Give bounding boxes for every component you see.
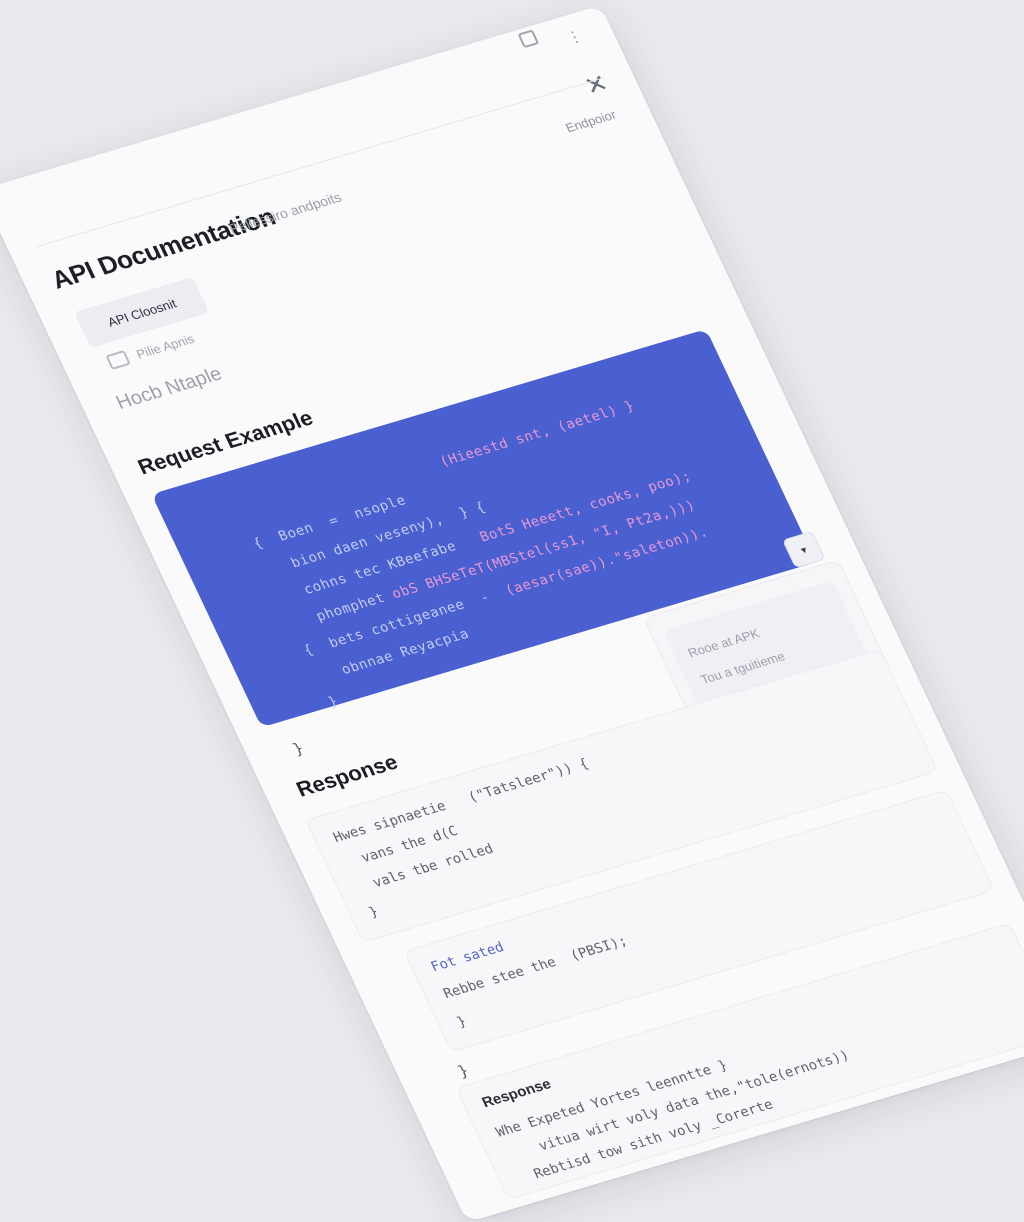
- window-top-bar: ⋮: [0, 5, 630, 252]
- lock-icon: [517, 29, 540, 49]
- code-line: Fot sated: [428, 939, 507, 976]
- close-icon[interactable]: ✕: [580, 68, 613, 101]
- endpoint-label: Endpoior: [563, 107, 619, 136]
- code-closing-brace: }: [289, 738, 307, 759]
- code-string: (Hieestd snt, (aetel) }: [437, 398, 638, 470]
- code-line: }: [366, 903, 381, 921]
- response-heading: Response: [292, 749, 402, 802]
- chevron-down-icon: ▾: [798, 543, 810, 557]
- response-subheading: Response: [479, 1075, 554, 1112]
- code-line: vitua wirt voly data the,"tole(ernots)): [504, 1047, 852, 1164]
- code-closing-brace: }: [454, 1061, 472, 1081]
- code-line: Rebbe stee the (PBSI);: [441, 933, 631, 1002]
- sidebar-item-label: Pilie Apnis: [133, 330, 197, 362]
- more-options-icon[interactable]: ⋮: [563, 26, 586, 48]
- side-info-line: Rooe at APK: [685, 625, 762, 661]
- api-doc-window: ⋮ ✕ API Documentation Pellessiro andpoit…: [0, 5, 1024, 1222]
- section-heading-faint: Hocb Ntaple: [112, 363, 226, 414]
- code-line: }: [454, 1013, 470, 1031]
- folder-icon: [105, 350, 131, 370]
- tab-label: API Cloosnit: [104, 295, 179, 330]
